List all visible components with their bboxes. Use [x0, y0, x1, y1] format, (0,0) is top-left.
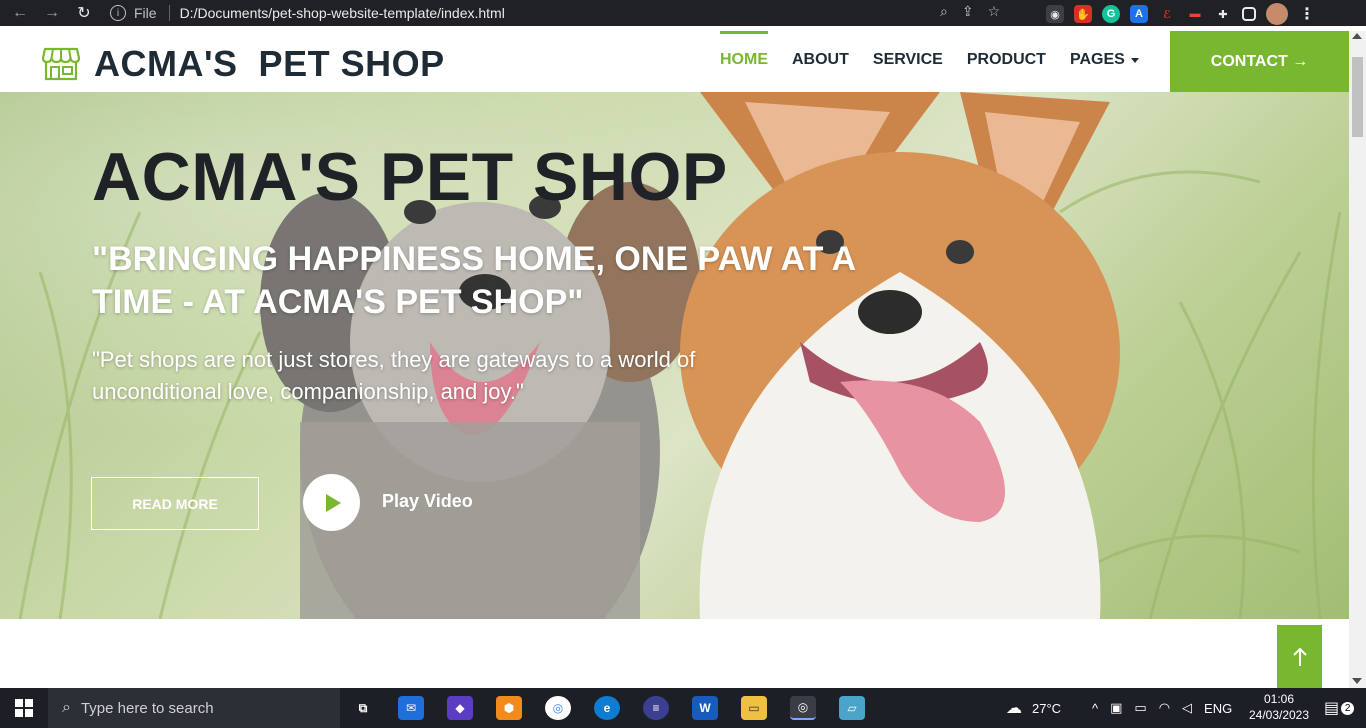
windows-taskbar: ⌕ Type here to search ⧉ ✉ ◆ ⬢ ◎ e ≡ W ▭ … — [0, 688, 1366, 728]
play-icon — [326, 493, 341, 512]
menu-item-label: HOME — [720, 51, 768, 68]
windows-start-icon[interactable] — [0, 688, 48, 728]
ext-cursive-icon[interactable]: ℰ — [1158, 5, 1176, 23]
scroll-up-arrow-icon[interactable] — [1352, 33, 1362, 39]
clock-time: 01:06 — [1263, 692, 1295, 706]
hero-quote: "Pet shops are not just stores, they are… — [92, 347, 696, 404]
browser-menu-icon[interactable]: ⋮ — [1298, 5, 1316, 23]
omnibox-divider — [168, 5, 170, 21]
read-more-label: READ MORE — [132, 495, 218, 512]
reload-icon[interactable]: ↻ — [72, 1, 96, 25]
task-view-icon[interactable]: ⧉ — [350, 696, 376, 720]
site-info-icon[interactable]: i — [110, 5, 126, 21]
menu-item-label: ABOUT — [792, 51, 849, 68]
extensions-puzzle-icon[interactable]: ✚ — [1214, 5, 1232, 23]
menu-item-pages[interactable]: PAGES — [1058, 31, 1151, 92]
main-menu: HOME ABOUT SERVICE PRODUCT PAGES — [708, 31, 1151, 92]
edge-icon[interactable]: e — [594, 696, 620, 720]
file-explorer-icon[interactable]: ▭ — [741, 696, 767, 720]
menu-item-home[interactable]: HOME — [708, 31, 780, 92]
zoom-icon[interactable]: ⌕ — [940, 3, 948, 20]
back-icon[interactable]: ← — [8, 1, 32, 25]
weather-icon: ☁ — [1006, 700, 1022, 717]
menu-item-about[interactable]: ABOUT — [780, 31, 861, 92]
arrow-up-icon — [1292, 647, 1307, 666]
search-icon: ⌕ — [62, 699, 71, 716]
menu-item-service[interactable]: SERVICE — [861, 31, 955, 92]
site-navbar: ACMA'S PET SHOP HOME ABOUT SERVICE PRODU… — [0, 31, 1349, 92]
menu-item-product[interactable]: PRODUCT — [955, 31, 1058, 92]
app-orange-icon[interactable]: ⬢ — [496, 696, 522, 720]
tray-chevron-icon[interactable]: ^ — [1092, 701, 1098, 716]
url-text[interactable]: D:/Documents/pet-shop-website-template/i… — [180, 5, 505, 21]
app-notes-icon[interactable]: ▱ — [839, 696, 865, 720]
menu-item-label: SERVICE — [872, 51, 943, 68]
tray-meet-icon[interactable]: ▣ — [1110, 700, 1122, 716]
play-video-button[interactable] — [303, 474, 360, 531]
bookmark-star-icon[interactable]: ☆ — [988, 3, 1001, 20]
tray-wifi-icon[interactable]: ◠ — [1159, 700, 1170, 716]
back-to-top-button[interactable] — [1277, 625, 1322, 688]
chrome-active-icon[interactable]: ◎ — [790, 696, 816, 720]
hero-carousel: ACMA'S PET SHOP "BRINGING HAPPINESS HOME… — [0, 92, 1349, 619]
ext-a-icon[interactable]: A — [1130, 5, 1148, 23]
ext-grammarly-icon[interactable]: G — [1102, 5, 1120, 23]
browser-toolbar: ← → ↻ i File D:/Documents/pet-shop-websi… — [0, 0, 1366, 26]
share-icon[interactable]: ⇪ — [962, 3, 974, 20]
omnibox-actions: ⌕ ⇪ ☆ — [940, 3, 1000, 20]
file-scheme-label: File — [134, 5, 157, 21]
ext-red-icon[interactable]: ✋ — [1074, 5, 1092, 23]
ext-glasses-icon[interactable]: ◉ — [1046, 5, 1064, 23]
extensions-area: ◉ ✋ G A ℰ ▬ ✚ ⋮ — [1046, 3, 1316, 25]
copilot-icon[interactable]: ◆ — [447, 696, 473, 720]
ext-mask-icon[interactable]: ▬ — [1186, 5, 1204, 23]
search-placeholder: Type here to search — [80, 699, 214, 717]
app-disc-icon[interactable]: ≡ — [643, 696, 669, 720]
contact-button-label: CONTACT → — [1210, 52, 1309, 70]
notification-count: 2 — [1341, 701, 1355, 715]
storefront-icon — [42, 47, 80, 81]
forward-icon[interactable]: → — [40, 1, 64, 25]
hero-tagline: "BRINGING HAPPINESS HOME, ONE PAW AT A T… — [92, 240, 855, 321]
notification-icon: ▤ — [1324, 700, 1340, 717]
address-bar[interactable]: i File D:/Documents/pet-shop-website-tem… — [110, 2, 1030, 24]
menu-item-label: PRODUCT — [966, 51, 1046, 68]
scroll-down-arrow-icon[interactable] — [1352, 678, 1362, 684]
tray-volume-icon[interactable]: ◁ — [1182, 700, 1192, 716]
tray-battery-icon[interactable]: ▭ — [1134, 700, 1146, 716]
menu-item-label: PAGES — [1069, 51, 1125, 68]
tray-language[interactable]: ENG — [1204, 701, 1232, 716]
scroll-thumb[interactable] — [1352, 57, 1363, 137]
hero-title: ACMA'S PET SHOP — [92, 139, 728, 215]
dropdown-caret-icon — [1130, 57, 1139, 63]
chrome-icon[interactable]: ◎ — [545, 696, 571, 720]
read-more-button[interactable]: READ MORE — [91, 477, 259, 530]
clock-date: 24/03/2023 — [1248, 708, 1310, 722]
word-icon[interactable]: W — [692, 696, 718, 720]
notification-center[interactable]: ▤ 2 — [1324, 688, 1355, 728]
sidepanel-icon[interactable] — [1242, 7, 1256, 21]
page-scrollbar[interactable] — [1349, 31, 1366, 688]
play-video-label[interactable]: Play Video — [382, 491, 473, 512]
profile-avatar[interactable] — [1266, 3, 1288, 25]
weather-widget[interactable]: ☁ 27°C — [1006, 688, 1061, 728]
system-tray: ^ ▣ ▭ ◠ ◁ ENG — [1092, 688, 1232, 728]
taskbar-search-input[interactable]: ⌕ Type here to search — [48, 688, 340, 728]
taskbar-clock[interactable]: 01:06 24/03/2023 — [1244, 691, 1314, 723]
site-logo[interactable]: ACMA'S PET SHOP — [42, 43, 445, 85]
weather-temp: 27°C — [1032, 700, 1062, 716]
contact-button[interactable]: CONTACT → — [1170, 31, 1349, 92]
mail-icon[interactable]: ✉ — [398, 696, 424, 720]
logo-text: ACMA'S PET SHOP — [94, 43, 445, 84]
